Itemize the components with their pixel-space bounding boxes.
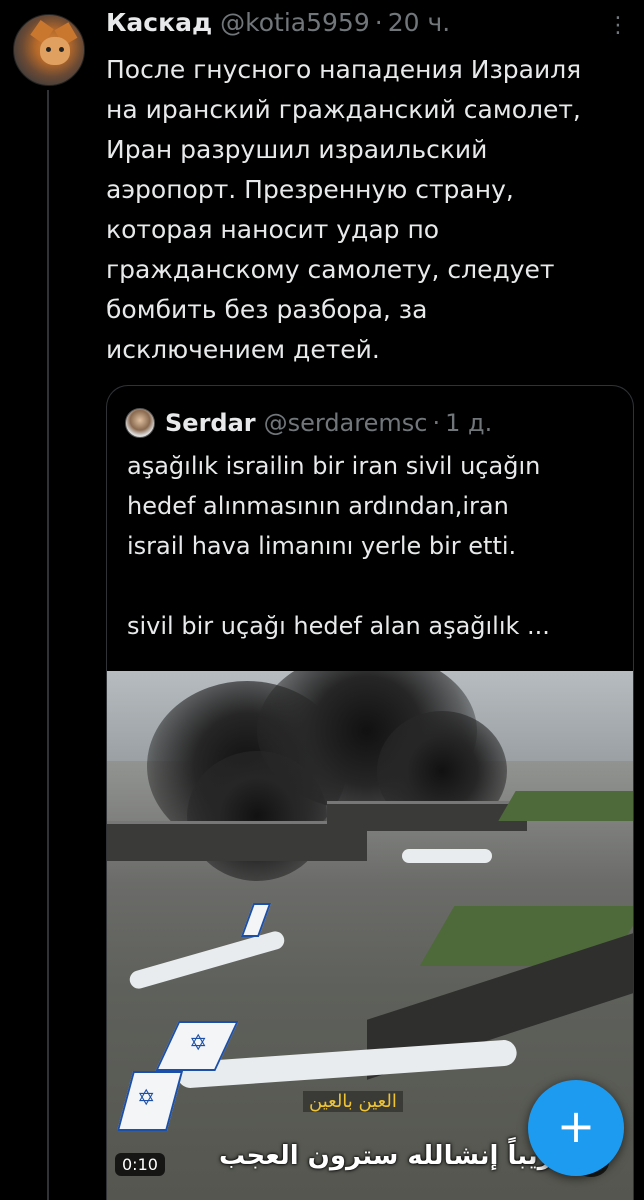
avatar[interactable] [13,14,85,86]
timestamp[interactable]: 20 ч. [388,8,450,37]
video-tail [240,903,272,937]
tweet-header: Каскад @kotia5959 · 20 ч. [106,8,450,48]
quoted-tweet-text: aşağılık israilin bir iran sivil uçağın … [127,446,627,646]
ellipsis-icon[interactable]: ⋮ [598,6,638,46]
compose-fab[interactable]: + [522,1080,634,1192]
tweet-text-line: исключением детей. [106,335,380,364]
video-plane [176,1039,518,1089]
quoted-text-line: sivil bir uçağı hedef alan aşağılık ... [127,612,550,640]
quoted-avatar [125,408,155,438]
tweet-text-line: которая наносит удар по [106,215,440,244]
tweet-text-line: Иран разрушил израильский [106,135,488,164]
video-star: ✡ [137,1086,156,1111]
thread-line [47,90,49,1200]
quoted-timestamp: 1 д. [445,409,493,437]
quoted-author-handle: @serdaremsc [263,409,428,437]
tweet-text-line: гражданскому самолету, следует [106,255,555,284]
video-plane [402,849,492,863]
video-terminal [327,801,527,831]
tweet-text-line: После гнусного нападения Израиля [106,55,582,84]
tweet-text: После гнусного нападения Израиля на иран… [106,50,636,370]
tweet-text-line: на иранский гражданский самолет, [106,95,581,124]
quoted-tweet-header: Serdar @serdaremsc · 1 д. [125,408,492,438]
video-caption-bottom: قريباً إنشالله سترون العجب [219,1141,571,1171]
separator-dot: · [374,8,383,37]
video-smoke [187,751,327,881]
video-star: ✡ [189,1031,208,1056]
video-caption-top: العين بالعين [303,1091,403,1112]
video-plane [127,929,287,991]
video-time: 0:10 [115,1153,165,1176]
quoted-text-line: aşağılık israilin bir iran sivil uçağın [127,452,541,480]
tweet-text-line: бомбить без разбора, за [106,295,428,324]
video-grass [498,791,633,821]
tweet-text-line: аэропорт. Презренную страну, [106,175,514,204]
author-name[interactable]: Каскад [106,8,212,37]
quoted-text-line: israil hava limanını yerle bir etti. [127,532,517,560]
quoted-author-name: Serdar [165,409,256,437]
quoted-text-line [127,566,627,606]
tweet[interactable]: Каскад @kotia5959 · 20 ч. ⋮ После гнусно… [0,0,644,1200]
separator-dot: · [432,409,441,437]
plus-icon[interactable]: + [528,1080,624,1176]
author-handle[interactable]: @kotia5959 [220,8,370,37]
quoted-tweet[interactable]: Serdar @serdaremsc · 1 д. aşağılık israi… [106,385,634,1200]
quoted-text-line: hedef alınmasının ardından,iran [127,492,509,520]
